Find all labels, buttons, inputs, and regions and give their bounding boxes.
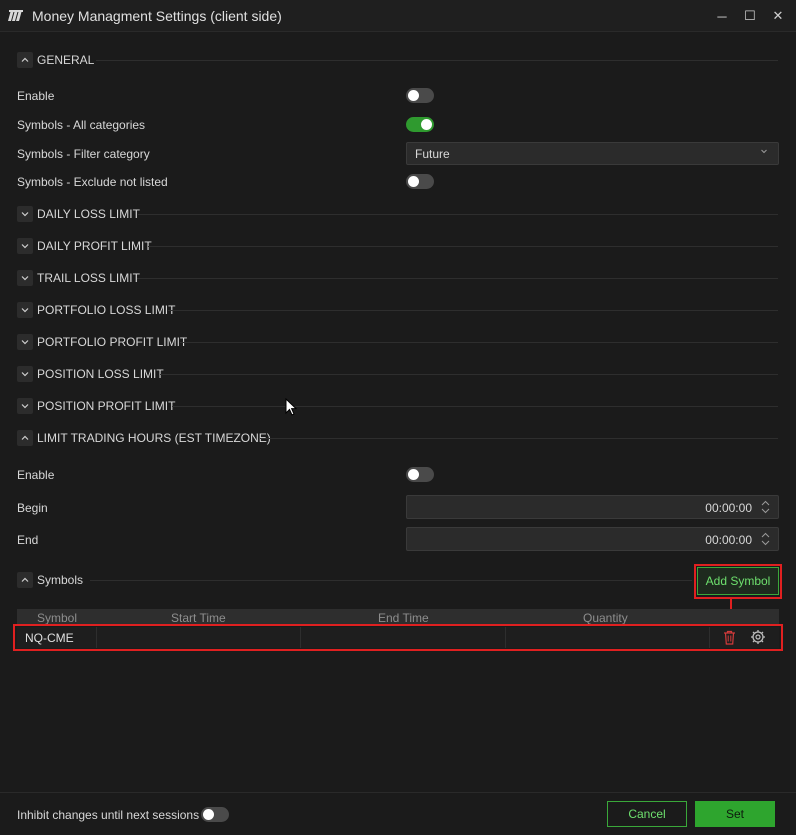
close-button[interactable]: ✕ — [768, 6, 788, 26]
app-logo-icon — [8, 10, 23, 21]
exclude-not-listed-toggle[interactable] — [406, 174, 434, 189]
chevron-down-icon[interactable] — [17, 270, 33, 286]
end-time-value: 00:00:00 — [705, 533, 752, 547]
section-divider — [168, 310, 778, 311]
section-portfolio-loss-limit[interactable]: PORTFOLIO LOSS LIMIT — [17, 302, 175, 318]
section-daily-profit-limit[interactable]: DAILY PROFIT LIMIT — [17, 238, 152, 254]
spinner-icon[interactable] — [761, 532, 770, 546]
section-position-profit-limit[interactable]: POSITION PROFIT LIMIT — [17, 398, 175, 414]
end-label: End — [17, 533, 39, 547]
trading-hours-enable-toggle[interactable] — [406, 467, 434, 482]
toggle-knob — [408, 176, 419, 187]
chevron-down-icon[interactable] — [17, 398, 33, 414]
end-time-input[interactable]: 00:00:00 — [406, 527, 779, 551]
chevron-down-icon[interactable] — [17, 366, 33, 382]
column-header-start-time[interactable]: Start Time — [171, 611, 226, 625]
maximize-icon: ☐ — [744, 8, 756, 23]
inhibit-changes-toggle[interactable] — [201, 807, 229, 822]
section-divider — [148, 246, 778, 247]
section-divider — [138, 214, 778, 215]
chevron-up-icon[interactable] — [17, 572, 33, 588]
minimize-button[interactable]: ─ — [712, 6, 732, 26]
maximize-button[interactable]: ☐ — [740, 6, 760, 26]
section-trail-loss-limit[interactable]: TRAIL LOSS LIMIT — [17, 270, 140, 286]
section-title: PORTFOLIO LOSS LIMIT — [37, 303, 176, 317]
cancel-button[interactable]: Cancel — [607, 801, 687, 827]
enable-toggle[interactable] — [406, 88, 434, 103]
add-symbol-button[interactable]: Add Symbol — [697, 567, 779, 595]
section-divider — [160, 374, 778, 375]
chevron-up-icon[interactable] — [17, 430, 33, 446]
section-portfolio-profit-limit[interactable]: PORTFOLIO PROFIT LIMIT — [17, 334, 187, 350]
section-divider — [260, 438, 778, 439]
title-bar: Money Managment Settings (client side) ─… — [0, 0, 796, 32]
section-title: DAILY PROFIT LIMIT — [37, 239, 152, 253]
all-categories-label: Symbols - All categories — [17, 118, 146, 132]
chevron-down-icon — [760, 147, 768, 157]
section-symbols[interactable]: Symbols — [17, 572, 83, 588]
set-button[interactable]: Set — [695, 801, 775, 827]
section-divider — [180, 342, 778, 343]
chevron-down-icon[interactable] — [17, 206, 33, 222]
section-limit-trading-hours[interactable]: LIMIT TRADING HOURS (EST TIMEZONE) — [17, 430, 271, 446]
chevron-down-icon[interactable] — [17, 334, 33, 350]
filter-category-value: Future — [415, 147, 450, 161]
section-title: POSITION LOSS LIMIT — [37, 367, 164, 381]
filter-category-select[interactable]: Future — [406, 142, 779, 165]
begin-time-value: 00:00:00 — [705, 501, 752, 515]
chevron-down-icon[interactable] — [17, 238, 33, 254]
section-title-symbols: Symbols — [37, 573, 84, 587]
chevron-down-icon[interactable] — [17, 302, 33, 318]
begin-label: Begin — [17, 501, 48, 515]
toggle-knob — [408, 90, 419, 101]
column-header-quantity[interactable]: Quantity — [583, 611, 628, 625]
toggle-knob — [408, 469, 419, 480]
inhibit-changes-label: Inhibit changes until next sessions — [17, 808, 200, 822]
section-title: DAILY LOSS LIMIT — [37, 207, 140, 221]
enable-label: Enable — [17, 89, 55, 103]
exclude-not-listed-label: Symbols - Exclude not listed — [17, 175, 168, 189]
column-header-end-time[interactable]: End Time — [378, 611, 429, 625]
section-title: POSITION PROFIT LIMIT — [37, 399, 176, 413]
minimize-icon: ─ — [717, 8, 727, 24]
section-position-loss-limit[interactable]: POSITION LOSS LIMIT — [17, 366, 164, 382]
highlight-box — [13, 624, 783, 651]
filter-category-label: Symbols - Filter category — [17, 147, 150, 161]
section-title: TRAIL LOSS LIMIT — [37, 271, 140, 285]
mouse-cursor-icon — [285, 398, 297, 416]
section-divider — [90, 580, 692, 581]
table-header: Symbol Start Time End Time Quantity — [17, 609, 779, 625]
section-general[interactable]: GENERAL — [17, 52, 94, 68]
section-divider — [96, 60, 778, 61]
column-header-symbol[interactable]: Symbol — [37, 611, 77, 625]
section-divider — [172, 406, 778, 407]
toggle-knob — [203, 809, 214, 820]
section-title-general: GENERAL — [37, 53, 95, 67]
section-divider — [137, 278, 778, 279]
spinner-icon[interactable] — [761, 500, 770, 514]
footer-divider — [0, 792, 796, 793]
toggle-knob — [421, 119, 432, 130]
window-title: Money Managment Settings (client side) — [32, 8, 282, 24]
close-icon: ✕ — [772, 8, 784, 23]
trading-hours-enable-label: Enable — [17, 468, 55, 482]
section-title: LIMIT TRADING HOURS (EST TIMEZONE) — [37, 431, 271, 445]
all-categories-toggle[interactable] — [406, 117, 434, 132]
section-daily-loss-limit[interactable]: DAILY LOSS LIMIT — [17, 206, 140, 222]
chevron-up-icon[interactable] — [17, 52, 33, 68]
section-title: PORTFOLIO PROFIT LIMIT — [37, 335, 188, 349]
begin-time-input[interactable]: 00:00:00 — [406, 495, 779, 519]
